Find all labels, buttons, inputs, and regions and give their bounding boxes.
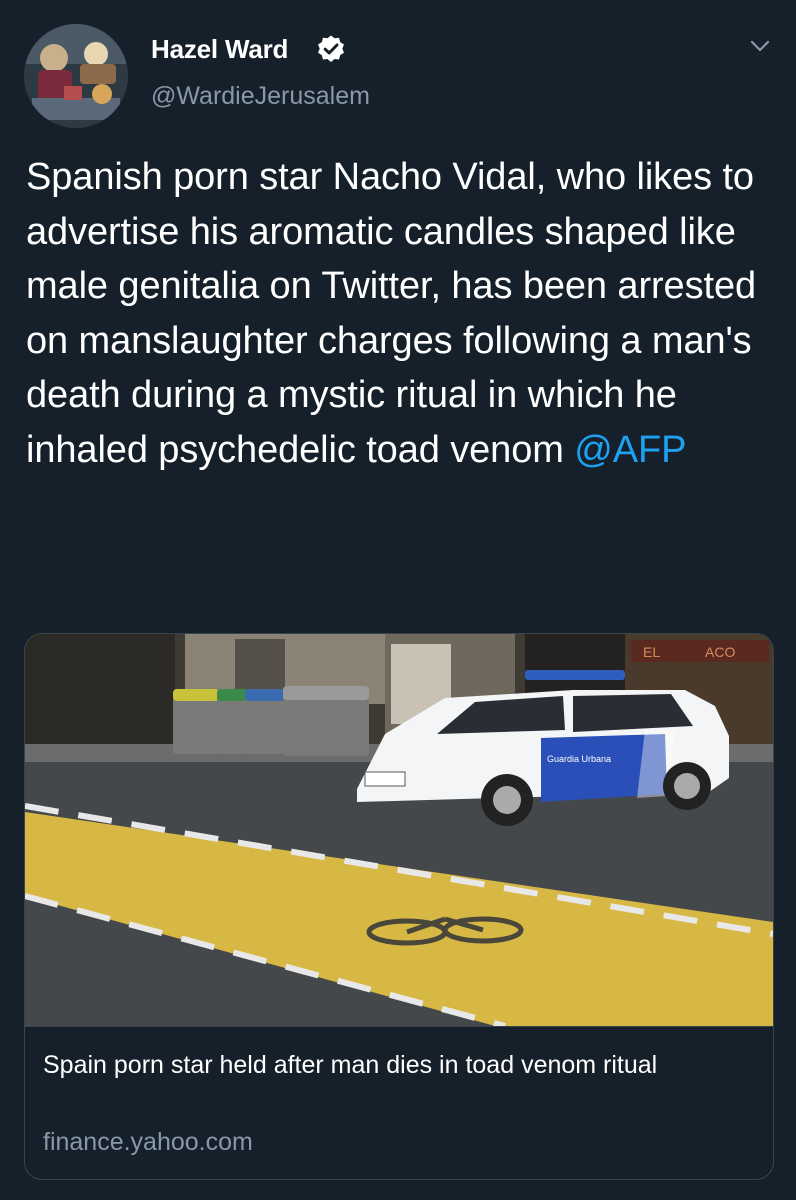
author-handle[interactable]: @WardieJerusalem: [151, 82, 370, 111]
card-title[interactable]: Spain porn star held after man dies in t…: [43, 1046, 743, 1084]
card-domain[interactable]: finance.yahoo.com: [43, 1128, 253, 1157]
verified-badge-icon: [318, 35, 344, 62]
avatar-image: [24, 24, 128, 128]
tweet-body: Spanish porn star Nacho Vidal, who likes…: [26, 156, 757, 471]
chevron-down-icon[interactable]: [748, 38, 772, 56]
tweet-text: Spanish porn star Nacho Vidal, who likes…: [26, 150, 766, 477]
card-divider: [25, 1026, 773, 1027]
tweet: Hazel Ward @WardieJerusalem Spanish porn…: [0, 0, 796, 1200]
avatar[interactable]: [24, 24, 128, 128]
mention-link[interactable]: @AFP: [574, 429, 686, 471]
shop-sign-left: EL: [643, 644, 660, 660]
link-card[interactable]: EL ACO Guardia Urbana Spain porn star he…: [24, 633, 774, 1180]
shop-sign-right: ACO: [705, 644, 735, 660]
car-label: Guardia Urbana: [547, 754, 611, 764]
card-image[interactable]: EL ACO Guardia Urbana: [25, 634, 773, 1026]
author-name[interactable]: Hazel Ward: [151, 34, 288, 65]
